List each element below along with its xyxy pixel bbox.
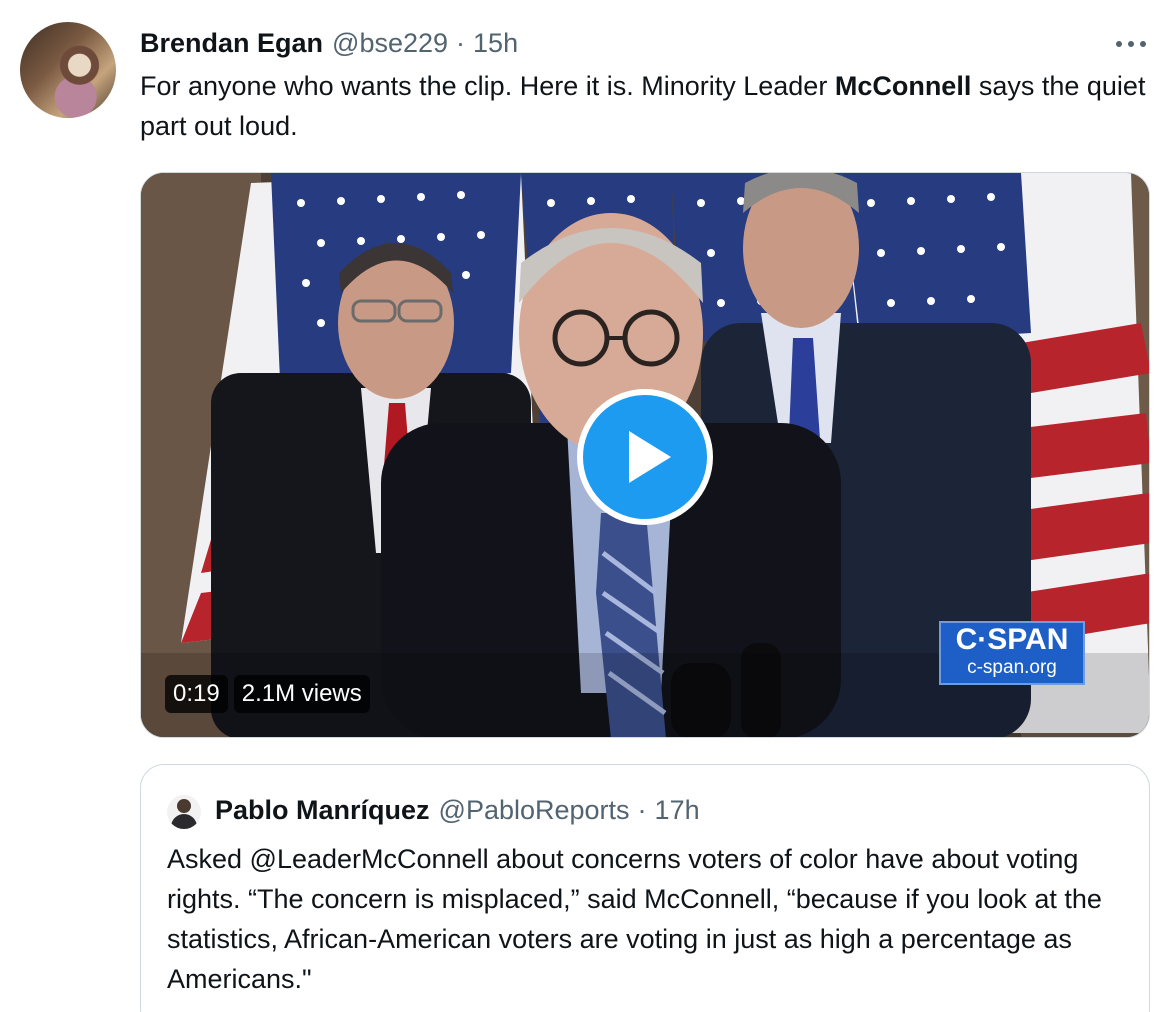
tweet-text-bold: McConnell xyxy=(834,71,972,101)
author-avatar[interactable] xyxy=(20,22,116,118)
quoted-author-avatar[interactable] xyxy=(167,795,201,829)
quoted-tweet-timestamp[interactable]: 17h xyxy=(655,795,700,826)
video-duration: 0:19 xyxy=(165,675,228,713)
tweet-text: For anyone who wants the clip. Here it i… xyxy=(140,66,1150,146)
play-button[interactable] xyxy=(577,389,713,525)
tweet-header: Brendan Egan @bse229 · 15h xyxy=(140,26,518,60)
cspan-url: c-span.org xyxy=(967,657,1057,678)
cspan-logo: C·SPAN xyxy=(955,623,1069,656)
author-display-name[interactable]: Brendan Egan xyxy=(140,28,323,59)
quoted-tweet-header: Pablo Manríquez @PabloReports · 17h xyxy=(215,793,700,827)
separator-dot: · xyxy=(456,27,466,58)
tweet-timestamp[interactable]: 15h xyxy=(473,28,518,59)
play-icon xyxy=(629,431,671,483)
cspan-watermark: C·SPAN c-span.org xyxy=(939,621,1085,685)
quoted-tweet-text: Asked @LeaderMcConnell about concerns vo… xyxy=(167,844,1102,994)
video-player[interactable]: C·SPAN c-span.org 0:19 2.1M views xyxy=(140,172,1150,738)
tweet-text-part: For anyone who wants the clip. Here it i… xyxy=(140,71,835,101)
video-meta: 0:19 2.1M views xyxy=(165,675,370,713)
video-views: 2.1M views xyxy=(233,675,370,713)
quoted-tweet[interactable]: Pablo Manríquez @PabloReports · 17h Aske… xyxy=(140,764,1150,1012)
tweet[interactable]: Brendan Egan @bse229 · 15h For anyone wh… xyxy=(0,0,1170,1012)
quoted-author-display-name[interactable]: Pablo Manríquez xyxy=(215,795,430,826)
author-handle[interactable]: @bse229 xyxy=(332,28,448,59)
quoted-author-handle[interactable]: @PabloReports xyxy=(439,795,630,826)
more-horizontal-icon[interactable] xyxy=(1112,30,1150,58)
separator-dot: · xyxy=(637,794,647,825)
